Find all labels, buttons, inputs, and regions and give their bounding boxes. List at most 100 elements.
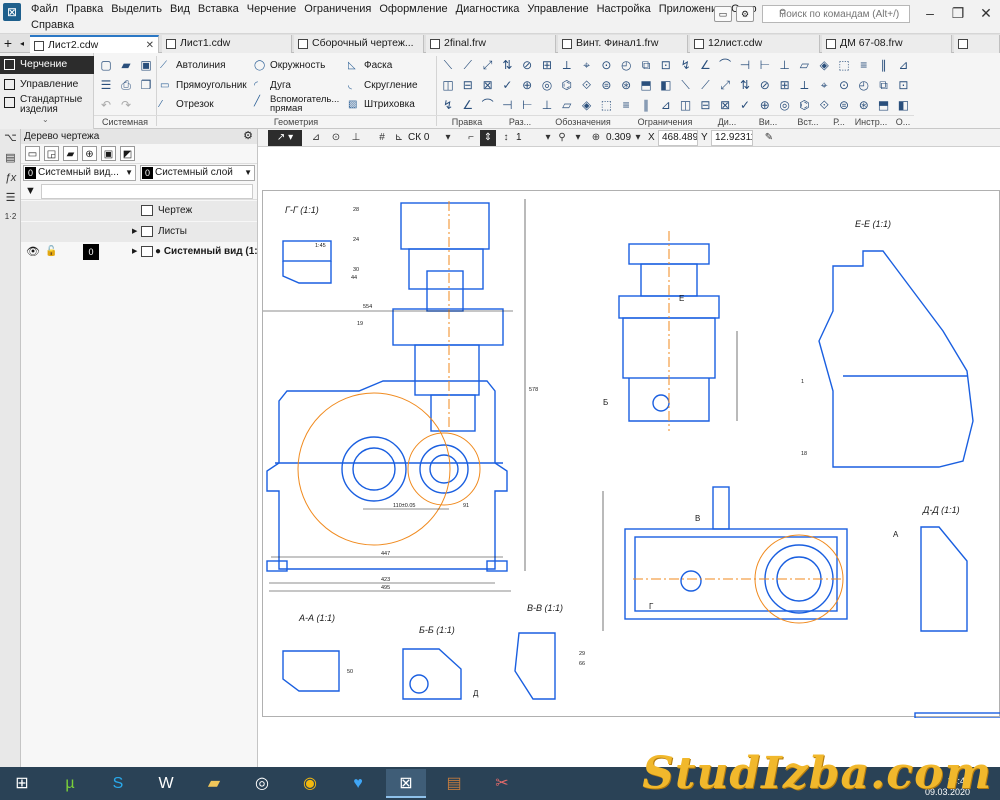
save-icon[interactable]: ▣ [138, 57, 154, 73]
menu-view[interactable]: Вид [166, 3, 194, 16]
new-tab-icon[interactable]: + [0, 34, 16, 53]
numbering-icon[interactable]: 1·2 [3, 209, 18, 224]
menu-file[interactable]: Файл [27, 3, 62, 16]
expand-arrow-icon[interactable]: ▶ [132, 222, 137, 242]
ribbon-tool-icon[interactable]: ◴ [618, 57, 634, 73]
ribbon-tool-icon[interactable]: ⌖ [579, 57, 595, 73]
ribbon-tool-icon[interactable]: ⟂ [796, 77, 812, 93]
chevron-down-icon[interactable]: ▾ [630, 130, 646, 146]
ribbon-tool-icon[interactable]: ⟋ [460, 57, 476, 73]
ribbon-tool-icon[interactable]: ⊢ [519, 97, 535, 113]
cursor-mode-icon[interactable]: ↗ ▾ [268, 130, 302, 146]
tab-vint[interactable]: Винт. Финал1.frw [558, 35, 688, 53]
line-style-icon[interactable]: ⌐ [463, 130, 479, 146]
tab-list2[interactable]: Лист2.cdw ✕ [30, 35, 159, 53]
menu-constraints[interactable]: Ограничения [300, 3, 375, 16]
snap-icon[interactable]: ⊿ [308, 130, 324, 146]
ribbon-tool-icon[interactable]: ⊿ [895, 57, 911, 73]
ribbon-tool-icon[interactable]: ⊘ [757, 77, 773, 93]
ribbon-tool-icon[interactable]: ⊿ [658, 97, 674, 113]
ribbon-tool-icon[interactable]: ⇅ [737, 77, 753, 93]
step-icon[interactable]: ↕ [498, 130, 514, 146]
ribbon-tool-icon[interactable]: ⤢ [717, 77, 733, 93]
tab-list1[interactable]: Лист1.cdw [162, 35, 292, 53]
lock-icon[interactable]: 🔓 [45, 242, 57, 262]
layer-select[interactable]: 0 Системный слой ▼ [140, 165, 255, 181]
open-folder-icon[interactable]: ▰ [118, 57, 134, 73]
ribbon-tool-icon[interactable]: ⊟ [460, 77, 476, 93]
ribbon-tool-icon[interactable]: ▱ [796, 57, 812, 73]
ribbon-tool-icon[interactable]: ⊕ [757, 97, 773, 113]
ribbon-tool-icon[interactable]: ⬚ [836, 57, 852, 73]
x-coordinate-field[interactable]: 468.489 [658, 130, 698, 146]
ribbon-tool-icon[interactable]: ↯ [678, 57, 694, 73]
layers-icon[interactable]: ☰ [3, 191, 18, 206]
ribbon-tool-icon[interactable]: ⌬ [796, 97, 812, 113]
tab-scroll-icon[interactable]: ◂ [16, 34, 28, 53]
ribbon-tool-icon[interactable]: ◈ [816, 57, 832, 73]
ribbon-tool-icon[interactable]: ⌒ [717, 57, 733, 73]
ribbon-tool-icon[interactable]: ◫ [440, 77, 456, 93]
eyedropper-icon[interactable]: ✎ [761, 130, 777, 146]
ribbon-tool-icon[interactable]: ∥ [638, 97, 654, 113]
ribbon-tool-icon[interactable]: ∥ [876, 57, 892, 73]
ortho-icon[interactable]: ⊥ [348, 130, 364, 146]
tab-2final[interactable]: 2final.frw [426, 35, 556, 53]
properties-panel-icon[interactable]: ▤ [3, 151, 18, 166]
tool-arc[interactable]: ◜ Дуга [252, 79, 291, 93]
gear-icon[interactable]: ⚙ [243, 129, 253, 144]
filter-layer-icon[interactable]: ▰ [63, 146, 78, 161]
ribbon-tool-icon[interactable]: ⊥ [777, 57, 793, 73]
ribbon-tool-icon[interactable]: ✓ [499, 77, 515, 93]
restore-icon[interactable]: ❐ [944, 4, 972, 24]
start-icon[interactable]: ⊞ [2, 769, 42, 798]
expand-icon[interactable]: ◩ [120, 146, 135, 161]
drawing-canvas[interactable]: Г-Г (1:1) Е-Е (1:1) А-А (1:1) Б-Б (1:1) … [258, 147, 1000, 767]
winrar-icon[interactable]: ▤ [434, 769, 474, 798]
kompas-icon[interactable]: ⊠ [386, 769, 426, 798]
tab-assembly[interactable]: Сборочный чертеж... [294, 35, 424, 53]
ribbon-tool-icon[interactable]: ◎ [777, 97, 793, 113]
ribbon-tool-icon[interactable]: ⟂ [559, 57, 575, 73]
chevron-down-icon[interactable]: ▾ [570, 130, 586, 146]
ribbon-tool-icon[interactable]: ⊠ [717, 97, 733, 113]
tab-dm6708[interactable]: ДМ 67-08.frw [822, 35, 952, 53]
ribbon-tool-icon[interactable]: ⊛ [618, 77, 634, 93]
tree-panel-icon[interactable]: ⌥ [3, 131, 18, 146]
ribbon-tool-icon[interactable]: ⊘ [519, 57, 535, 73]
ribbon-tool-icon[interactable]: ⌖ [816, 77, 832, 93]
minimize-icon[interactable]: – [916, 4, 944, 24]
ribbon-tool-icon[interactable]: ∠ [697, 57, 713, 73]
ribbon-tool-icon[interactable]: ⬒ [638, 77, 654, 93]
ribbon-tool-icon[interactable]: ⊢ [757, 57, 773, 73]
filter-icon[interactable]: ▼ [25, 185, 36, 197]
ribbon-tool-icon[interactable]: ⊞ [539, 57, 555, 73]
ribbon-tool-icon[interactable]: ≡ [618, 97, 634, 113]
menu-diagnostics[interactable]: Диагностика [452, 3, 524, 16]
menu-settings[interactable]: Настройка [593, 3, 655, 16]
grid-icon[interactable]: # [374, 130, 390, 146]
tree-row-drawing[interactable]: Чертеж [21, 201, 257, 221]
menu-help[interactable]: Справка [27, 19, 78, 32]
tree-row-sheets[interactable]: ▶ Листы [21, 222, 257, 242]
ribbon-tool-icon[interactable]: ✓ [737, 97, 753, 113]
word-icon[interactable]: W [146, 769, 186, 798]
ribbon-tool-icon[interactable]: ⊜ [836, 97, 852, 113]
ribbon-tool-icon[interactable]: ⊣ [499, 97, 515, 113]
ribbon-tool-icon[interactable]: ⟐ [579, 77, 595, 93]
ribbon-tool-icon[interactable]: ⊞ [777, 77, 793, 93]
ribbon-tool-icon[interactable]: ◎ [539, 77, 555, 93]
tools-app-icon[interactable]: ✂ [482, 769, 522, 798]
ribbon-tool-icon[interactable]: ⊙ [598, 57, 614, 73]
eye-icon[interactable]: 👁 [26, 242, 40, 262]
ribbon-tool-icon[interactable]: ∠ [460, 97, 476, 113]
undo-icon[interactable]: ↶ [98, 97, 114, 113]
ribbon-tool-icon[interactable]: ⟍ [678, 77, 694, 93]
expand-arrow-icon[interactable]: ▶ [132, 242, 137, 262]
ribbon-tool-icon[interactable]: ⌒ [480, 97, 496, 113]
tool-segment[interactable]: ⁄ Отрезок [158, 98, 214, 112]
mode-drawing[interactable]: Черчение [0, 56, 94, 74]
ribbon-tool-icon[interactable]: ⇅ [499, 57, 515, 73]
tree-search-input[interactable] [41, 184, 253, 199]
chevron-down-icon[interactable]: ▾ [440, 130, 456, 146]
